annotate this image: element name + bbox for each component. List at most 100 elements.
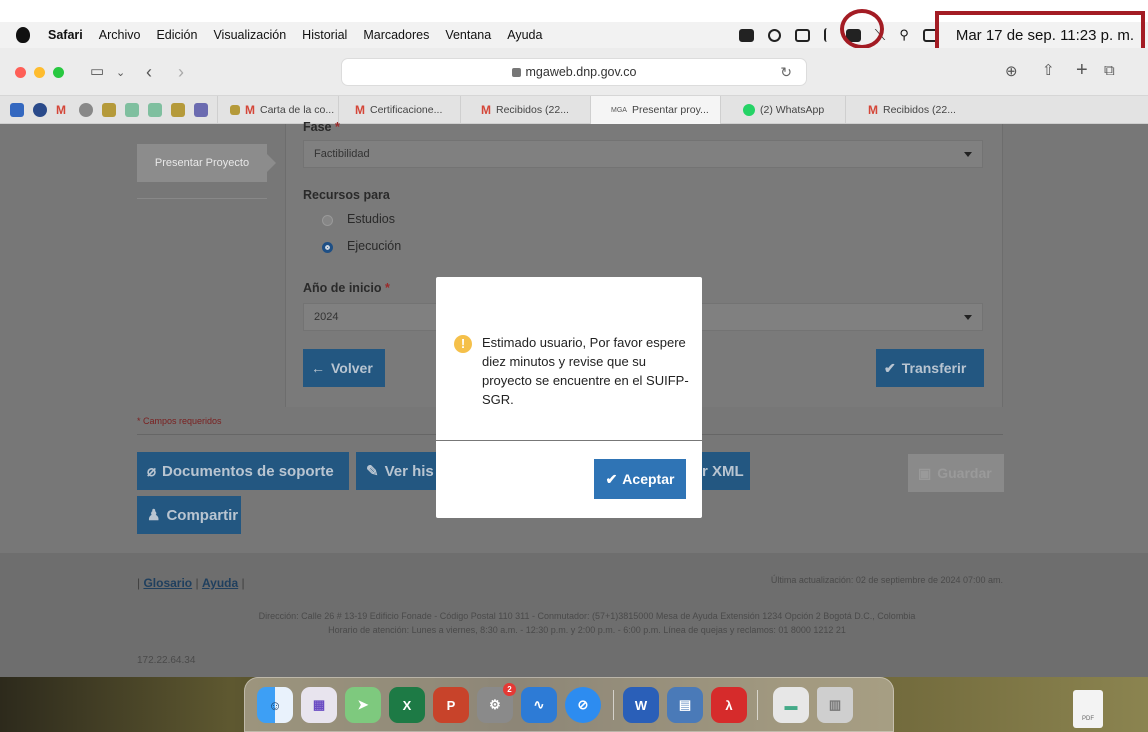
display-icon[interactable] xyxy=(794,28,810,42)
system-settings-icon[interactable]: ⚙ 2 xyxy=(477,683,516,723)
gmail-icon[interactable]: M xyxy=(56,103,70,117)
check-icon: ✔ xyxy=(884,359,896,376)
volver-button[interactable]: ← Volver xyxy=(303,349,385,387)
close-window-button[interactable] xyxy=(15,67,26,78)
document-stack-icon[interactable]: ▬ xyxy=(773,687,809,723)
menu-edicion[interactable]: Edición xyxy=(156,28,197,42)
status-app-icon[interactable] xyxy=(738,28,754,42)
fase-select[interactable]: Factibilidad xyxy=(303,140,983,168)
campos-requeridos-note: * Campos requeridos xyxy=(137,416,222,426)
pdf-file-icon[interactable]: PDF xyxy=(1073,690,1103,728)
guardar-button[interactable]: ▣ Guardar xyxy=(908,454,1004,492)
menu-historial[interactable]: Historial xyxy=(302,28,347,42)
launchpad-icon[interactable]: ▦ xyxy=(301,687,337,723)
trash-icon[interactable]: ▥ xyxy=(817,687,853,723)
radio-ejecucion[interactable] xyxy=(322,242,333,253)
dock-divider xyxy=(613,690,614,720)
tab-label: Carta de la co... xyxy=(260,104,335,116)
favorite-site-icon[interactable] xyxy=(10,103,24,117)
tab-label: Recibidos (22... xyxy=(496,104,569,116)
address-url: mgaweb.dnp.gov.co xyxy=(525,65,637,79)
word-icon[interactable]: W xyxy=(623,687,659,723)
gmail-icon: M xyxy=(481,103,491,117)
forward-icon[interactable]: › xyxy=(178,63,184,81)
gmail-icon: M xyxy=(245,103,255,117)
radio-estudios[interactable] xyxy=(322,215,333,226)
freeform-icon[interactable]: ∿ xyxy=(521,687,557,723)
menu-ventana[interactable]: Ventana xyxy=(445,28,491,42)
radio-estudios-label: Estudios xyxy=(347,212,395,226)
sidebar-icon[interactable]: ▭ xyxy=(90,63,104,81)
alert-dialog: ! Estimado usuario, Por favor espere die… xyxy=(436,277,702,518)
tab-label: Presentar proy... xyxy=(631,104,709,116)
documentos-soporte-button[interactable]: ⌀ Documentos de soporte xyxy=(137,452,349,490)
menu-safari[interactable]: Safari xyxy=(48,28,83,42)
tab-overview-icon[interactable]: ⧉ xyxy=(1104,62,1115,80)
ayuda-link[interactable]: Ayuda xyxy=(202,576,238,590)
share-icon[interactable]: ⇧ xyxy=(1042,62,1055,80)
ver-historial-button[interactable]: ✎ Ver his xyxy=(356,452,436,490)
glosario-link[interactable]: Glosario xyxy=(143,576,192,590)
tab-presentar-proyecto[interactable]: MGA Presentar proy... xyxy=(590,96,720,124)
favorite-site-icon[interactable] xyxy=(194,103,208,117)
chevron-down-icon[interactable]: ⌄ xyxy=(116,64,125,82)
server-ip: 172.22.64.34 xyxy=(137,655,196,666)
favorite-site-icon[interactable] xyxy=(102,103,116,117)
favorite-site-icon[interactable] xyxy=(33,103,47,117)
caret-down-icon xyxy=(964,315,972,320)
preview-icon[interactable]: ▤ xyxy=(667,687,703,723)
tab-label: Recibidos (22... xyxy=(883,104,956,116)
finder-icon[interactable]: ☺ xyxy=(257,687,293,723)
menu-ayuda[interactable]: Ayuda xyxy=(507,28,542,42)
bluetooth-icon[interactable] xyxy=(823,28,832,42)
back-icon[interactable]: ‹ xyxy=(146,63,152,81)
mga-icon: MGA xyxy=(611,106,627,114)
arrow-left-icon: ← xyxy=(311,360,325,376)
minimize-window-button[interactable] xyxy=(34,67,45,78)
presentar-proyecto-button[interactable]: Presentar Proyecto xyxy=(137,144,276,182)
compartir-button[interactable]: ♟ Compartir xyxy=(137,496,241,534)
favorite-site-icon[interactable] xyxy=(171,103,185,117)
search-icon[interactable]: ⚲ xyxy=(899,27,909,43)
menu-visualizacion[interactable]: Visualización xyxy=(213,28,286,42)
zoom-window-button[interactable] xyxy=(53,67,64,78)
apple-icon[interactable] xyxy=(16,27,30,43)
tab-recibidos-2[interactable]: M Recibidos (22... xyxy=(845,96,985,124)
safari-icon[interactable]: ⊘ xyxy=(565,687,601,723)
tab-certificaciones[interactable]: M Certificacione... xyxy=(338,96,460,124)
sidebar-divider xyxy=(137,198,267,199)
recursos-label: Recursos para xyxy=(303,188,390,202)
transferir-button[interactable]: ✔ Transferir xyxy=(876,349,984,387)
annotation-circle xyxy=(840,9,884,49)
footer-address: Dirección: Calle 26 # 13-19 Edificio Fon… xyxy=(258,611,916,635)
fase-value: Factibilidad xyxy=(314,148,370,160)
paperclip-icon: ⌀ xyxy=(147,463,157,480)
record-icon[interactable] xyxy=(767,28,781,42)
xml-button[interactable]: r XML xyxy=(702,452,750,490)
download-icon[interactable]: ⊕ xyxy=(1005,63,1018,81)
favorite-site-icon[interactable] xyxy=(79,103,93,117)
warning-icon: ! xyxy=(454,335,472,353)
gmail-icon: M xyxy=(868,103,878,117)
powerpoint-icon[interactable]: P xyxy=(433,687,469,723)
favorite-site-icon[interactable] xyxy=(148,103,162,117)
favorite-site-icon[interactable] xyxy=(125,103,139,117)
reload-icon[interactable]: ↻ xyxy=(780,64,792,81)
caret-down-icon xyxy=(964,152,972,157)
aceptar-button[interactable]: ✔ Aceptar xyxy=(594,459,686,499)
user-icon: ♟ xyxy=(147,507,161,524)
dock-divider xyxy=(757,690,758,720)
tab-whatsapp[interactable]: (2) WhatsApp xyxy=(720,96,845,124)
address-bar[interactable]: mgaweb.dnp.gov.co ↻ xyxy=(341,58,807,86)
tab-label: (2) WhatsApp xyxy=(760,104,825,116)
tab-recibidos[interactable]: M Recibidos (22... xyxy=(460,96,590,124)
menu-marcadores[interactable]: Marcadores xyxy=(363,28,429,42)
menu-archivo[interactable]: Archivo xyxy=(99,28,141,42)
page-footer: | Glosario | Ayuda | Última actualizació… xyxy=(0,553,1148,677)
acrobat-icon[interactable]: λ xyxy=(711,687,747,723)
maps-icon[interactable]: ➤ xyxy=(345,687,381,723)
new-tab-icon[interactable]: + xyxy=(1076,60,1088,80)
comments-icon: ✎ xyxy=(366,463,379,480)
save-icon: ▣ xyxy=(918,464,932,481)
excel-icon[interactable]: X xyxy=(389,687,425,723)
